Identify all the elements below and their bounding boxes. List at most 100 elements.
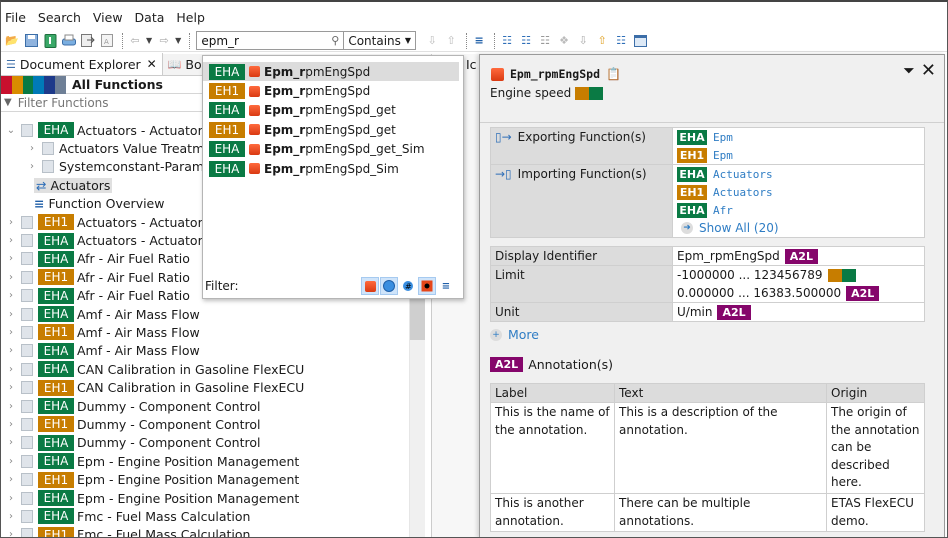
chevron-right-icon[interactable]: › — [4, 511, 18, 522]
refresh-icon[interactable]: ☷ — [613, 33, 629, 49]
chevron-right-icon[interactable]: › — [25, 143, 39, 154]
tree-item[interactable]: › EHA Amf - Air Mass Flow — [1, 342, 409, 360]
book-icon[interactable] — [42, 33, 58, 49]
tab-document-explorer[interactable]: ☰ Document Explorer ✕ — [1, 53, 163, 75]
tree-item[interactable]: › EH1 CAN Calibration in Gasoline FlexECU — [1, 378, 409, 396]
chevron-right-icon[interactable]: › — [4, 401, 18, 412]
chevron-right-icon[interactable]: › — [4, 382, 18, 393]
variable-filter-icon[interactable] — [361, 277, 379, 295]
tree-item[interactable]: › EHA Fmc - Fuel Mass Calculation — [1, 507, 409, 525]
chevron-right-icon[interactable]: › — [4, 364, 18, 375]
export-icon[interactable] — [80, 33, 96, 49]
close-icon[interactable]: ✕ — [147, 57, 157, 71]
function-link[interactable]: EH1 Actuators — [677, 183, 920, 201]
pin-icon[interactable]: ⏷ — [904, 64, 914, 79]
tree-item[interactable]: › EHA Epm - Engine Position Management — [1, 489, 409, 507]
previous-result-icon[interactable]: ⇧ — [443, 33, 459, 49]
chevron-right-icon[interactable]: › — [4, 345, 18, 356]
function-filter-icon[interactable]: ≡ — [437, 277, 455, 295]
chevron-right-icon[interactable]: › — [4, 327, 18, 338]
match-mode-dropdown[interactable]: Contains ▼ — [344, 31, 417, 50]
forward-arrow-icon[interactable]: ⇨ — [156, 33, 172, 49]
function-link[interactable]: EHA Afr — [677, 201, 920, 219]
chevron-right-icon[interactable]: › — [4, 253, 18, 264]
print-icon[interactable] — [61, 33, 77, 49]
property-value: Epm_rpmEngSpd A2L — [672, 246, 925, 266]
more-link[interactable]: + More — [490, 327, 539, 342]
function-name[interactable]: Actuators — [713, 186, 773, 199]
tree-item[interactable]: › EHA Dummy - Component Control — [1, 434, 409, 452]
search-result-item[interactable]: EH1 Epm_r pmEngSpd — [203, 81, 459, 100]
menu-view[interactable]: View — [93, 10, 123, 25]
chevron-right-icon[interactable]: › — [4, 529, 18, 537]
menu-help[interactable]: Help — [176, 10, 205, 25]
tree-item[interactable]: › EH1 Amf - Air Mass Flow — [1, 323, 409, 341]
search-icon[interactable]: ⚲ — [327, 34, 343, 47]
show-assignment-icon[interactable]: ☷ — [518, 33, 534, 49]
show-all-link[interactable]: ➜ Show All (20) — [677, 219, 920, 237]
show-definition-icon[interactable]: ☷ — [499, 33, 515, 49]
window-icon[interactable] — [632, 33, 648, 49]
selected-item[interactable]: ⇄ Actuators — [34, 177, 113, 193]
menu-file[interactable]: File — [5, 10, 26, 25]
close-icon[interactable]: ✕ — [921, 60, 936, 81]
tree-scrollbar[interactable] — [409, 280, 425, 537]
upload-icon[interactable]: ⇧ — [594, 33, 610, 49]
search-result-item[interactable]: EH1 Epm_r pmEngSpd_get — [203, 120, 459, 139]
tree-item[interactable]: › EH1 Dummy - Component Control — [1, 415, 409, 433]
chevron-right-icon[interactable]: › — [4, 290, 18, 301]
function-name[interactable]: Afr — [713, 204, 733, 217]
chevron-right-icon[interactable]: › — [4, 217, 18, 228]
message-filter-icon[interactable] — [418, 277, 436, 295]
clipboard-icon[interactable]: 📋 — [606, 67, 621, 81]
tree-item[interactable]: › EH1 Epm - Engine Position Management — [1, 470, 409, 488]
tree-item[interactable]: › EHA Epm - Engine Position Management — [1, 452, 409, 470]
parameter-filter-icon[interactable] — [380, 277, 398, 295]
menu-data[interactable]: Data — [135, 10, 165, 25]
constant-filter-icon[interactable]: # — [399, 277, 417, 295]
chevron-right-icon[interactable]: › — [4, 309, 18, 320]
function-link[interactable]: EHA Actuators — [677, 165, 920, 183]
tree-item[interactable]: › EH1 Fmc - Fuel Mass Calculation — [1, 526, 409, 537]
download-icon[interactable]: ⇩ — [575, 33, 591, 49]
back-dropdown-icon[interactable]: ▼ — [146, 36, 152, 45]
chevron-right-icon[interactable]: › — [4, 437, 18, 448]
filter-functions-input[interactable] — [17, 95, 168, 110]
save-icon[interactable] — [23, 33, 39, 49]
function-name[interactable]: Epm — [713, 149, 733, 162]
tree-item[interactable]: › EHA CAN Calibration in Gasoline FlexECU — [1, 360, 409, 378]
chevron-right-icon[interactable]: › — [4, 419, 18, 430]
function-overview-icon[interactable]: ≡ — [471, 33, 487, 49]
column-header[interactable]: Text — [614, 383, 827, 403]
search-input[interactable] — [197, 33, 328, 48]
column-header[interactable]: Origin — [826, 383, 925, 403]
chevron-right-icon[interactable]: › — [4, 456, 18, 467]
tab-fragment[interactable]: Ic — [466, 57, 477, 72]
function-link[interactable]: EH1 Epm — [677, 146, 920, 164]
search-result-item[interactable]: EHA Epm_r pmEngSpd_get — [203, 101, 459, 120]
search-field[interactable]: ⚲ — [196, 31, 345, 50]
search-result-item[interactable]: EHA Epm_r pmEngSpd_get_Sim — [203, 140, 459, 159]
back-arrow-icon[interactable]: ⇦ — [127, 33, 143, 49]
tree-item[interactable]: › EHA Dummy - Component Control — [1, 397, 409, 415]
chevron-right-icon[interactable]: › — [4, 272, 18, 283]
open-folder-icon[interactable]: 📂 — [4, 33, 20, 49]
search-result-item[interactable]: EHA Epm_r pmEngSpd — [203, 62, 459, 82]
tree-item[interactable]: › EHA Amf - Air Mass Flow — [1, 305, 409, 323]
pdf-icon[interactable]: A — [99, 33, 115, 49]
chevron-right-icon[interactable]: › — [4, 474, 18, 485]
chevron-right-icon[interactable]: › — [4, 235, 18, 246]
function-link[interactable]: EHA Epm — [677, 128, 920, 146]
chevron-right-icon[interactable]: › — [4, 493, 18, 504]
forward-dropdown-icon[interactable]: ▼ — [175, 36, 181, 45]
function-name[interactable]: Epm — [713, 131, 733, 144]
next-result-icon[interactable]: ⇩ — [424, 33, 440, 49]
show-unassigned-icon[interactable]: ☷ — [537, 33, 553, 49]
link-icon[interactable]: ❖ — [556, 33, 572, 49]
search-result-item[interactable]: EHA Epm_r pmEngSpd_Sim — [203, 159, 459, 178]
column-header[interactable]: Label — [490, 383, 615, 403]
function-name[interactable]: Actuators — [713, 168, 773, 181]
chevron-right-icon[interactable]: › — [25, 161, 39, 172]
menu-search[interactable]: Search — [38, 10, 81, 25]
chevron-down-icon[interactable]: ⌄ — [4, 125, 18, 136]
